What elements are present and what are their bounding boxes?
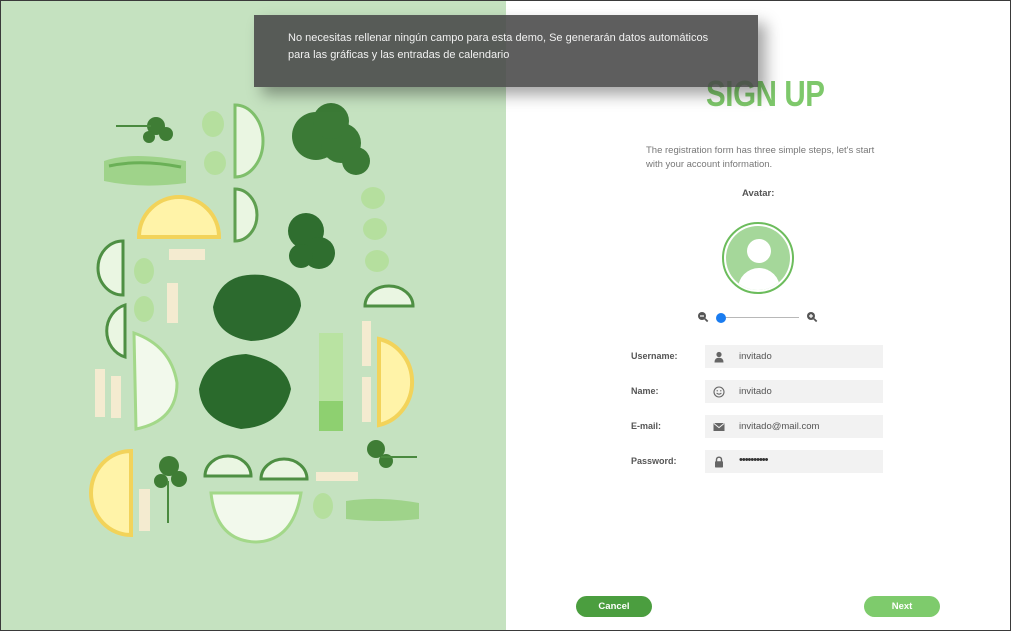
password-value: •••••••••• bbox=[739, 454, 768, 466]
lock-icon bbox=[715, 456, 723, 468]
name-value: invitado bbox=[739, 386, 772, 397]
next-button[interactable]: Next bbox=[864, 596, 940, 617]
signup-form: SIGN UP The registration form has three … bbox=[506, 1, 1010, 630]
smile-icon bbox=[713, 386, 725, 398]
username-label: Username: bbox=[631, 351, 678, 361]
username-input[interactable]: invitado bbox=[705, 345, 883, 368]
zoom-out-icon[interactable] bbox=[697, 311, 709, 323]
avatar-upload[interactable] bbox=[722, 222, 794, 294]
email-row: E-mail: invitado@mail.com bbox=[631, 415, 891, 438]
password-label: Password: bbox=[631, 456, 677, 466]
demo-notice-text: No necesitas rellenar ningún campo para … bbox=[288, 32, 709, 61]
zoom-slider-track[interactable] bbox=[717, 317, 799, 318]
zoom-in-icon[interactable] bbox=[806, 311, 818, 323]
username-row: Username: invitado bbox=[631, 345, 891, 368]
user-icon bbox=[714, 351, 724, 363]
password-row: Password: •••••••••• bbox=[631, 450, 891, 473]
envelope-icon bbox=[713, 423, 725, 431]
vegetable-photo bbox=[1, 1, 506, 630]
avatar-zoom-control bbox=[697, 310, 822, 326]
username-value: invitado bbox=[739, 351, 772, 362]
password-input[interactable]: •••••••••• bbox=[705, 450, 883, 473]
cancel-button[interactable]: Cancel bbox=[576, 596, 652, 617]
email-input[interactable]: invitado@mail.com bbox=[705, 415, 883, 438]
name-row: Name: invitado bbox=[631, 380, 891, 403]
email-label: E-mail: bbox=[631, 421, 662, 431]
demo-notice-banner: No necesitas rellenar ningún campo para … bbox=[254, 15, 758, 87]
avatar-label: Avatar: bbox=[742, 188, 775, 199]
email-value: invitado@mail.com bbox=[739, 421, 820, 432]
zoom-slider-thumb[interactable] bbox=[716, 313, 726, 323]
app-window: SIGN UP The registration form has three … bbox=[0, 0, 1011, 631]
intro-text: The registration form has three simple s… bbox=[646, 145, 875, 170]
avatar-placeholder-icon bbox=[726, 226, 790, 290]
name-input[interactable]: invitado bbox=[705, 380, 883, 403]
name-label: Name: bbox=[631, 386, 659, 396]
vegetable-illustration bbox=[1, 1, 506, 630]
